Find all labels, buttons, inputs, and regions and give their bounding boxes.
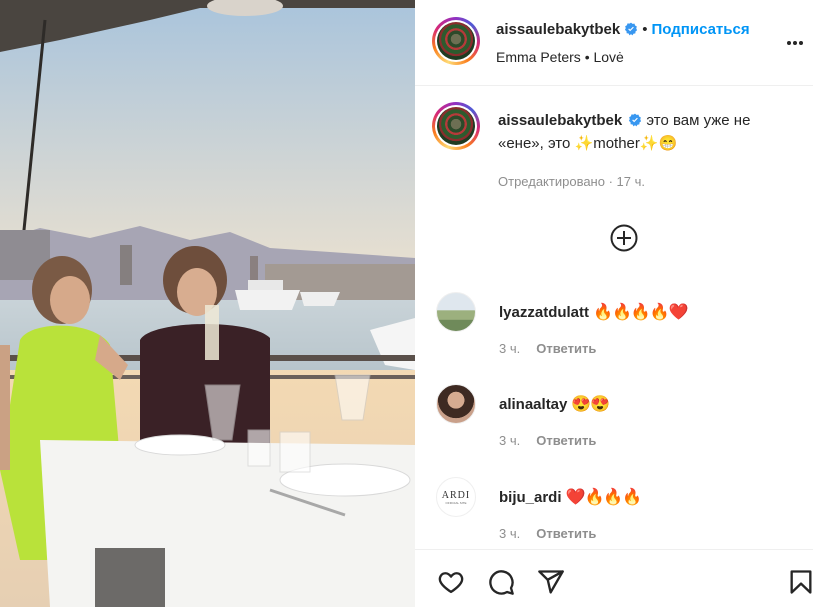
verified-badge-icon bbox=[625, 22, 638, 36]
caption-text-block: aissaulebakytbek это вам уже не «ене», э… bbox=[498, 109, 798, 155]
reply-button[interactable]: Ответить bbox=[536, 341, 596, 356]
commenter-avatar[interactable]: ARDI OFFICIAL SITE bbox=[436, 477, 476, 517]
caption-author-avatar[interactable] bbox=[432, 102, 480, 150]
comment-body: ❤️🔥🔥🔥 bbox=[565, 489, 643, 506]
author-username[interactable]: aissaulebakytbek bbox=[496, 21, 620, 38]
comment-item: alinaaltay 😍😍 3 ч. Ответить bbox=[415, 384, 813, 464]
post-media[interactable] bbox=[0, 0, 415, 607]
commenter-username[interactable]: alinaaltay bbox=[499, 396, 567, 413]
comment-body: 🔥🔥🔥🔥❤️ bbox=[593, 304, 689, 321]
verified-badge-icon bbox=[629, 113, 642, 127]
comment-text: biju_ardi ❤️🔥🔥🔥 bbox=[499, 487, 643, 507]
commenter-avatar[interactable] bbox=[436, 384, 476, 424]
commenter-username[interactable]: biju_ardi bbox=[499, 489, 562, 506]
add-comment-icon[interactable] bbox=[609, 223, 639, 253]
comment-time: 3 ч. bbox=[499, 526, 521, 541]
post-header: aissaulebakytbek • Подписаться Emma Peters… bbox=[415, 0, 813, 86]
post-details-panel: aissaulebakytbek • Подписаться Emma Peters… bbox=[415, 0, 813, 607]
comment-time: 3 ч. bbox=[499, 433, 521, 448]
commenter-username[interactable]: lyazzatdulatt bbox=[499, 304, 589, 321]
author-avatar[interactable] bbox=[432, 17, 480, 65]
reply-button[interactable]: Ответить bbox=[536, 526, 596, 541]
comment-meta: 3 ч. Ответить bbox=[499, 433, 596, 448]
comment-time: 3 ч. bbox=[499, 341, 521, 356]
comment-body: 😍😍 bbox=[571, 396, 610, 413]
post-video-frame bbox=[0, 0, 415, 607]
comment-item: ARDI OFFICIAL SITE biju_ardi ❤️🔥🔥🔥 3 ч. От… bbox=[415, 477, 813, 557]
comment-meta: 3 ч. Ответить bbox=[499, 526, 596, 541]
commenter-avatar[interactable] bbox=[436, 292, 476, 332]
ardi-logo-text: ARDI bbox=[441, 490, 471, 501]
comment-meta: 3 ч. Ответить bbox=[499, 341, 596, 356]
follow-button[interactable]: Подписаться bbox=[652, 21, 750, 38]
more-options-icon[interactable] bbox=[787, 32, 811, 52]
post-action-bar bbox=[415, 549, 813, 607]
caption-author-username[interactable]: aissaulebakytbek bbox=[498, 112, 622, 129]
header-author-line: aissaulebakytbek • Подписаться bbox=[496, 21, 750, 39]
comment-item: lyazzatdulatt 🔥🔥🔥🔥❤️ 3 ч. Ответить bbox=[415, 292, 813, 372]
share-icon[interactable] bbox=[537, 568, 565, 596]
ardi-logo-subtext: OFFICIAL SITE bbox=[445, 501, 467, 505]
reply-button[interactable]: Ответить bbox=[536, 433, 596, 448]
comment-icon[interactable] bbox=[487, 568, 515, 596]
bookmark-icon[interactable] bbox=[787, 568, 813, 596]
audio-location-line[interactable]: Emma Peters • Lovė bbox=[496, 49, 624, 65]
separator-dot: • bbox=[642, 21, 648, 38]
comment-text: lyazzatdulatt 🔥🔥🔥🔥❤️ bbox=[499, 302, 689, 322]
heart-icon[interactable] bbox=[437, 568, 465, 596]
caption-meta: Отредактировано · 17 ч. bbox=[498, 174, 645, 189]
comment-text: alinaaltay 😍😍 bbox=[499, 394, 610, 414]
